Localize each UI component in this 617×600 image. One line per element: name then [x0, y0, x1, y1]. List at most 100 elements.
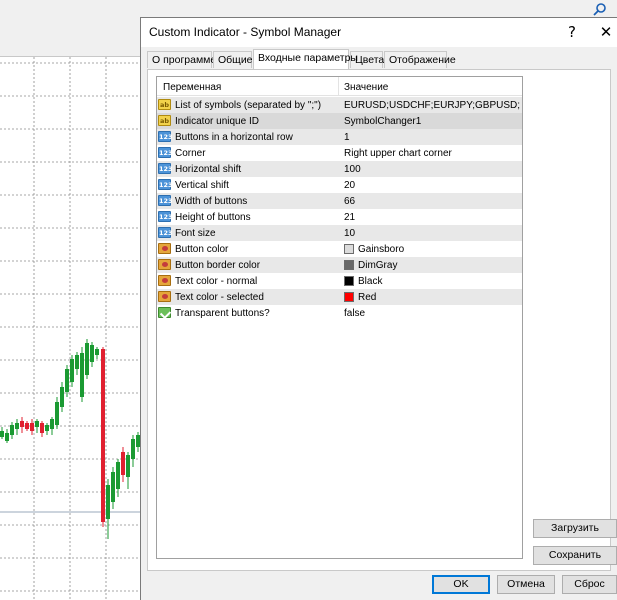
indicator-properties-dialog: Custom Indicator - Symbol Manager ? ✕ О …: [140, 17, 617, 600]
tab-common[interactable]: Общие: [213, 51, 253, 68]
reset-button-label: Сброс: [574, 578, 605, 590]
integer-icon: 123: [158, 211, 173, 222]
parameter-row[interactable]: ab List of symbols (separated by ";") EURU…: [157, 97, 522, 113]
integer-icon: 123: [158, 131, 173, 142]
parameter-row[interactable]: Text color - selected Red: [157, 289, 522, 305]
parameter-row[interactable]: Text color - normal Black: [157, 273, 522, 289]
parameter-row[interactable]: Button color Gainsboro: [157, 241, 522, 257]
parameter-name: Transparent buttons?: [175, 308, 270, 319]
parameter-value[interactable]: Red: [358, 292, 534, 303]
cancel-button-label: Отмена: [507, 578, 545, 590]
parameter-value[interactable]: 21: [344, 212, 520, 223]
column-divider[interactable]: [338, 77, 339, 96]
integer-icon: 123: [158, 195, 173, 206]
tab-display[interactable]: Отображение: [384, 51, 456, 68]
integer-icon: 123: [158, 163, 173, 174]
search-icon[interactable]: [592, 2, 608, 18]
save-button[interactable]: Сохранить: [533, 546, 617, 565]
parameter-value[interactable]: 100: [344, 164, 520, 175]
parameter-name: Text color - normal: [175, 276, 258, 287]
parameter-value[interactable]: Black: [358, 276, 534, 287]
candle-body: [90, 345, 94, 362]
color-swatch[interactable]: [344, 292, 354, 302]
parameter-row[interactable]: 123 Width of buttons 66: [157, 193, 522, 209]
candle-body: [55, 402, 59, 425]
parameter-name: Horizontal shift: [175, 164, 242, 175]
parameter-name: Buttons in a horizontal row: [175, 132, 293, 143]
close-button[interactable]: ✕: [595, 18, 617, 47]
color-swatch[interactable]: [344, 260, 354, 270]
candle-body: [95, 349, 99, 355]
candle-body: [121, 452, 125, 475]
ok-button[interactable]: OK: [432, 575, 490, 594]
title-bar[interactable]: Custom Indicator - Symbol Manager ? ✕: [141, 18, 617, 47]
candle-body: [0, 431, 4, 437]
parameter-value[interactable]: EURUSD;USDCHF;EURJPY;GBPUSD;GBP...: [344, 100, 520, 111]
parameter-value[interactable]: DimGray: [358, 260, 534, 271]
parameter-row[interactable]: 123 Buttons in a horizontal row 1: [157, 129, 522, 145]
parameter-value[interactable]: 66: [344, 196, 520, 207]
parameter-row[interactable]: 123 Height of buttons 21: [157, 209, 522, 225]
candle-body: [40, 423, 44, 433]
tab-about[interactable]: О программе: [147, 51, 216, 68]
color-icon: [158, 243, 171, 254]
load-button[interactable]: Загрузить: [533, 519, 617, 538]
parameter-value[interactable]: Gainsboro: [358, 244, 534, 255]
color-icon: [158, 259, 171, 270]
parameter-name: Width of buttons: [175, 196, 248, 207]
help-button[interactable]: ?: [549, 18, 595, 47]
candle-body: [75, 355, 79, 369]
parameter-name: List of symbols (separated by ";"): [175, 100, 322, 111]
candle-body: [80, 353, 84, 397]
parameter-value[interactable]: SymbolChanger1: [344, 116, 520, 127]
candle-body: [20, 421, 24, 427]
candle-body: [65, 369, 69, 392]
parameter-row[interactable]: 123 Horizontal shift 100: [157, 161, 522, 177]
window-title: Custom Indicator - Symbol Manager: [149, 25, 342, 39]
candle-body: [85, 343, 89, 375]
parameter-name: Indicator unique ID: [175, 116, 259, 127]
grid-rows: ab List of symbols (separated by ";") EURU…: [157, 97, 522, 321]
parameter-value[interactable]: Right upper chart corner: [344, 148, 520, 159]
candle-body: [126, 455, 130, 477]
column-header-variable[interactable]: Переменная: [163, 82, 221, 93]
color-icon: [158, 291, 171, 302]
candle-body: [70, 359, 74, 382]
column-header-value[interactable]: Значение: [344, 82, 388, 93]
load-button-label: Загрузить: [551, 522, 599, 534]
color-swatch[interactable]: [344, 244, 354, 254]
parameters-grid: Переменная Значение ab List of symbols (s…: [156, 76, 523, 559]
candle-body: [116, 462, 120, 489]
parameter-name: Font size: [175, 228, 216, 239]
grid-header: Переменная Значение: [157, 77, 522, 96]
tab-input-parameters[interactable]: Входные параметры: [253, 49, 358, 69]
color-icon: [158, 275, 171, 286]
parameter-row[interactable]: 123 Font size 10: [157, 225, 522, 241]
candlestick-plot: [0, 57, 140, 600]
cancel-button[interactable]: Отмена: [497, 575, 555, 594]
parameter-row[interactable]: Button border color DimGray: [157, 257, 522, 273]
parameter-row[interactable]: 123 Corner Right upper chart corner: [157, 145, 522, 161]
candle-body: [25, 423, 29, 429]
candle-body: [106, 485, 110, 519]
parameter-name: Button border color: [175, 260, 261, 271]
parameter-row[interactable]: 123 Vertical shift 20: [157, 177, 522, 193]
candle-body: [45, 425, 49, 431]
parameter-value[interactable]: 10: [344, 228, 520, 239]
parameter-name: Height of buttons: [175, 212, 251, 223]
candle-body: [30, 423, 34, 431]
save-button-label: Сохранить: [548, 549, 602, 561]
string-icon: ab: [158, 115, 171, 126]
color-swatch[interactable]: [344, 276, 354, 286]
candle-body: [111, 472, 115, 502]
parameter-value[interactable]: 1: [344, 132, 520, 143]
parameter-row[interactable]: Transparent buttons? false: [157, 305, 522, 321]
parameter-value[interactable]: 20: [344, 180, 520, 191]
parameter-value[interactable]: false: [344, 308, 520, 319]
candle-body: [35, 421, 39, 427]
parameter-row[interactable]: ab Indicator unique ID SymbolChanger1: [157, 113, 522, 129]
candle-body: [60, 387, 64, 407]
candle-body: [15, 423, 19, 429]
reset-button[interactable]: Сброс: [562, 575, 617, 594]
integer-icon: 123: [158, 147, 173, 158]
